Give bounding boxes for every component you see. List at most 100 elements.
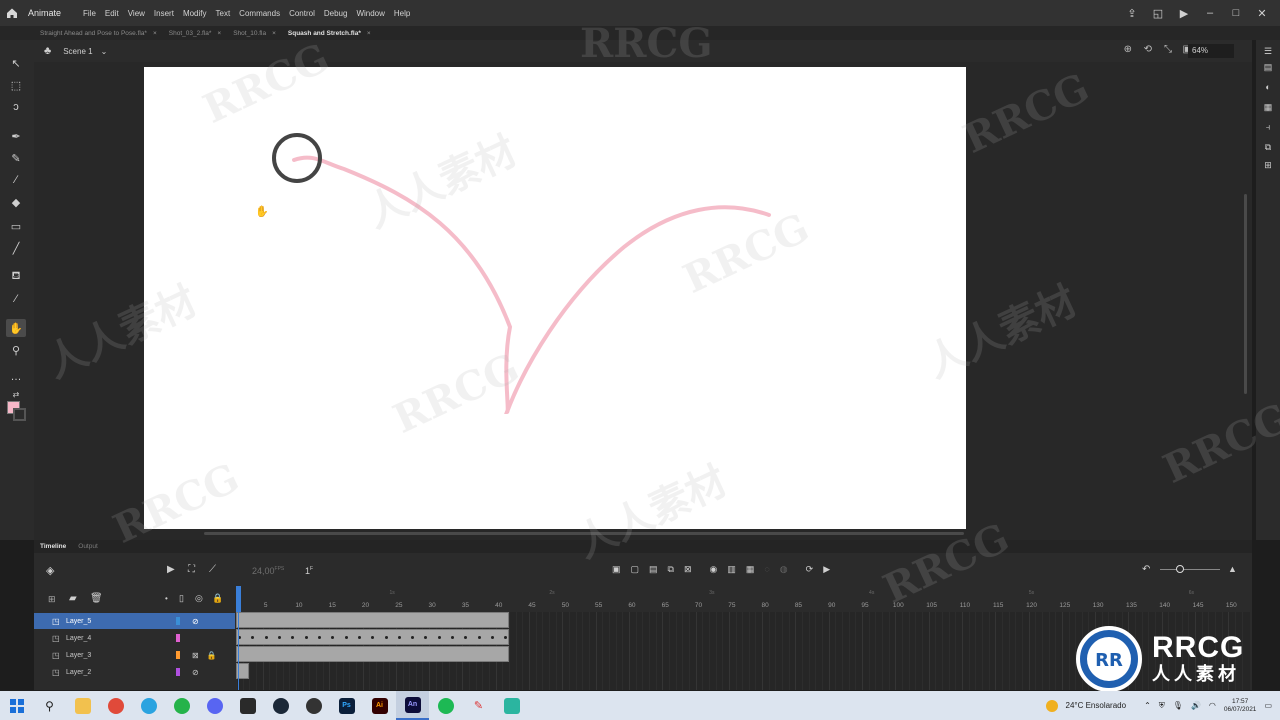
layer-frame-span[interactable] — [236, 646, 510, 662]
show-hide-all-icon[interactable]: ◎ — [195, 593, 203, 604]
current-frame[interactable]: 1F — [305, 566, 313, 576]
test-movie-icon[interactable]: ▶ — [1178, 7, 1190, 20]
clip-icon[interactable]: ⤡ — [1164, 44, 1172, 55]
tab-close-icon[interactable]: × — [217, 30, 221, 37]
modify-markers-icon[interactable]: ◌ — [764, 564, 769, 575]
edit-multiple-icon[interactable]: ▦ — [746, 564, 755, 575]
eyedropper-icon[interactable]: ⁄ — [6, 290, 26, 308]
insert-blank-keyframe-icon[interactable]: ▢ — [631, 564, 640, 575]
chevron-down-icon[interactable]: ⌄ — [101, 47, 108, 56]
line-tool-icon[interactable]: ╱ — [6, 239, 26, 257]
app-green-icon[interactable] — [495, 691, 528, 720]
discord-icon[interactable] — [198, 691, 231, 720]
insert-frame-icon[interactable]: ▤ — [649, 564, 658, 575]
outline-icon[interactable]: ▯ — [179, 593, 184, 604]
center-frame-icon[interactable]: ◍ — [780, 564, 788, 575]
notifications-icon[interactable]: ▭ — [1264, 701, 1272, 710]
undo-zoom-icon[interactable]: ↶ — [1142, 564, 1150, 575]
components-icon[interactable]: ⊞ — [1258, 156, 1278, 174]
chrome-icon[interactable] — [99, 691, 132, 720]
swatches-icon[interactable]: ▦ — [1258, 98, 1278, 116]
maximize-icon[interactable]: □ — [1230, 7, 1242, 19]
file-explorer-icon[interactable] — [66, 691, 99, 720]
chevron-up-icon[interactable]: ⌃ — [1144, 701, 1151, 710]
hidden-eye-icon[interactable]: ⊘ — [192, 668, 199, 677]
stage-canvas[interactable]: ✋ — [144, 67, 966, 529]
close-icon[interactable]: ✕ — [1256, 7, 1268, 20]
new-folder-icon[interactable]: ▰ — [69, 593, 77, 604]
zoom-input[interactable]: 64% — [1188, 44, 1234, 58]
layer-frame-span[interactable] — [236, 612, 510, 628]
library-icon[interactable]: ▤ — [1258, 58, 1278, 76]
layer-depth-icon[interactable]: ⛶ — [188, 564, 195, 575]
playhead[interactable] — [236, 586, 241, 612]
paint-brush-icon[interactable]: ✎ — [6, 149, 26, 167]
paint-bucket-icon[interactable]: ⛾ — [6, 268, 26, 286]
stroke-color-swatch[interactable] — [13, 408, 26, 421]
rotate-stage-icon[interactable]: ⟲ — [1144, 44, 1152, 55]
transform-icon[interactable]: ⧉ — [1258, 138, 1278, 156]
mic-icon[interactable]: 🎙 — [1173, 701, 1183, 710]
animate-icon[interactable]: An — [396, 691, 429, 720]
keyframe-dot[interactable] — [317, 636, 321, 639]
delete-layer-icon[interactable]: 🗑 — [90, 593, 103, 604]
slider-handle[interactable] — [1176, 565, 1184, 573]
layer-color-chip[interactable] — [176, 617, 180, 625]
delete-frame-icon[interactable]: ⊠ — [684, 564, 692, 575]
layer-row-layer-4[interactable]: ◳ Layer_4 — [34, 630, 235, 646]
loop-icon[interactable]: ⟳ — [806, 564, 814, 575]
layer-row-layer-5[interactable]: ◳ Layer_5 ⊘ — [34, 613, 235, 629]
keyframe-dot[interactable] — [397, 636, 401, 639]
menu-commands[interactable]: Commands — [239, 9, 280, 18]
layer-row-layer-3[interactable]: ◳ Layer_3 ⊠ 🔒 — [34, 647, 235, 663]
layer-name[interactable]: Layer_4 — [66, 635, 176, 642]
tab-squash-and-stretch[interactable]: Squash and Stretch.fla* × — [280, 26, 375, 40]
new-layer-icon[interactable]: ⊞ — [48, 594, 56, 605]
volume-icon[interactable]: 🔊 — [1191, 701, 1201, 710]
camera-icon[interactable]: ▶ — [167, 564, 175, 575]
tab-shot-03-2[interactable]: Shot_03_2.fla* × — [161, 26, 225, 40]
menu-edit[interactable]: Edit — [105, 9, 119, 18]
vertical-scrollbar[interactable] — [1244, 194, 1247, 394]
edit-scene-icon[interactable]: ♣ — [44, 45, 51, 57]
telegram-icon[interactable] — [132, 691, 165, 720]
brush-tool-icon[interactable]: ∕ — [6, 171, 26, 189]
zoom-fit-icon[interactable]: ▲ — [1228, 564, 1237, 574]
horizontal-scrollbar[interactable] — [204, 532, 964, 535]
clock[interactable]: 17:57 06/07/2021 — [1224, 698, 1257, 714]
keyframe-dot[interactable] — [437, 636, 441, 639]
layer-color-chip[interactable] — [176, 634, 180, 642]
outline-toggle-icon[interactable]: ⊠ — [192, 651, 199, 660]
menu-window[interactable]: Window — [356, 9, 384, 18]
weather-text[interactable]: 24°C Ensolarado — [1066, 701, 1127, 710]
menu-debug[interactable]: Debug — [324, 9, 348, 18]
frame-zoom-slider[interactable] — [1160, 569, 1220, 570]
tab-shot-10[interactable]: Shot_10.fla × — [225, 26, 280, 40]
layer-color-chip[interactable] — [176, 668, 180, 676]
shield-icon[interactable]: ⛨ — [1159, 701, 1165, 711]
tab-timeline[interactable]: Timeline — [40, 543, 66, 550]
color-icon[interactable]: ◐ — [1258, 78, 1278, 96]
lock-icon[interactable]: 🔒 — [207, 651, 217, 660]
layer-name[interactable]: Layer_5 — [66, 618, 176, 625]
play-icon[interactable]: ▶ — [823, 564, 830, 575]
home-icon[interactable] — [0, 0, 24, 26]
pen-tool-icon[interactable]: ✒ — [6, 127, 26, 145]
lasso-tool-icon[interactable]: ↄ — [6, 98, 26, 116]
hidden-eye-icon[interactable]: ⊘ — [192, 617, 199, 626]
rectangle-tool-icon[interactable]: ▭ — [6, 217, 26, 235]
layer-row-layer-2[interactable]: ◳ Layer_2 ⊘ — [34, 664, 235, 680]
menu-control[interactable]: Control — [289, 9, 315, 18]
selection-tool-icon[interactable]: ↖ — [6, 54, 26, 72]
menu-file[interactable]: File — [83, 9, 96, 18]
layer-color-chip[interactable] — [176, 651, 180, 659]
menu-help[interactable]: Help — [394, 9, 410, 18]
hand-tool-icon[interactable]: ✋ — [6, 319, 26, 337]
tab-close-icon[interactable]: × — [272, 30, 276, 37]
align-icon[interactable]: ⫞ — [1258, 118, 1278, 136]
publish-icon[interactable]: ◱ — [1152, 7, 1164, 20]
search-icon[interactable]: ⚲ — [33, 691, 66, 720]
weather-sun-icon[interactable] — [1045, 699, 1058, 712]
menu-insert[interactable]: Insert — [154, 9, 174, 18]
menu-view[interactable]: View — [128, 9, 145, 18]
